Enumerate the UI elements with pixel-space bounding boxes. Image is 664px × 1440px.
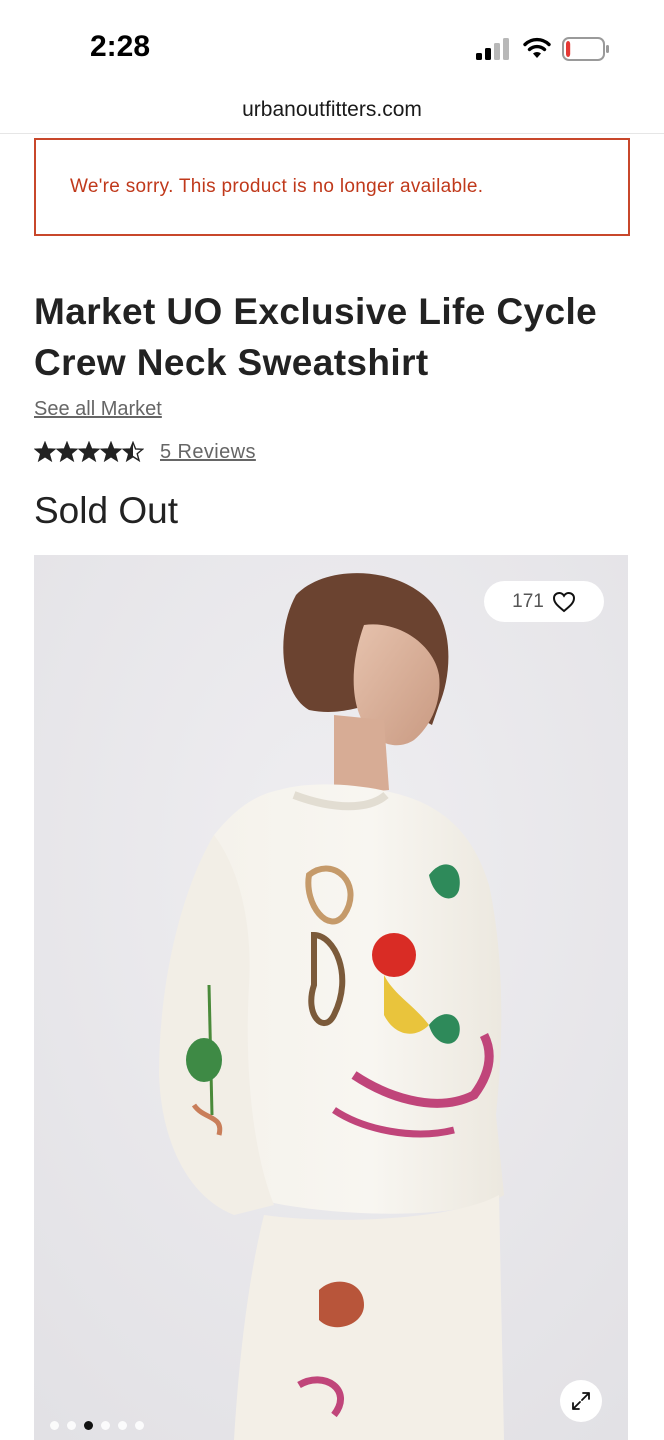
heart-outline-icon xyxy=(552,591,575,612)
expand-image-button[interactable] xyxy=(560,1380,602,1422)
gallery-dot[interactable] xyxy=(67,1421,76,1430)
gallery-dot[interactable] xyxy=(135,1421,144,1430)
gallery-dot[interactable] xyxy=(84,1421,93,1430)
see-all-brand-link[interactable]: See all Market xyxy=(34,398,162,421)
wifi-icon xyxy=(523,37,551,58)
favorite-count: 171 xyxy=(512,590,544,612)
product-photo[interactable] xyxy=(34,555,628,1440)
star-full-icon xyxy=(56,441,78,463)
alert-message: We're sorry. This product is no longer a… xyxy=(70,176,484,197)
product-image-gallery[interactable]: 171 xyxy=(34,555,628,1440)
gallery-dot[interactable] xyxy=(118,1421,127,1430)
star-half-icon xyxy=(122,441,144,463)
product-title: Market UO Exclusive Life Cycle Crew Neck… xyxy=(34,291,598,383)
reviews-link[interactable]: 5 Reviews xyxy=(160,441,256,464)
cellular-signal-icon xyxy=(476,38,509,60)
rating-row: 5 Reviews xyxy=(34,438,256,466)
status-bar: 2:28 xyxy=(0,0,664,90)
gallery-dot[interactable] xyxy=(101,1421,110,1430)
unavailable-alert: We're sorry. This product is no longer a… xyxy=(34,138,630,236)
battery-low-icon xyxy=(562,37,609,61)
expand-arrows-icon xyxy=(572,1392,590,1410)
star-full-icon xyxy=(100,441,122,463)
availability-status: Sold Out xyxy=(34,490,178,531)
star-rating xyxy=(34,441,144,463)
url-text[interactable]: urbanoutfitters.com xyxy=(242,98,422,122)
favorite-button[interactable]: 171 xyxy=(484,581,604,622)
star-full-icon xyxy=(78,441,100,463)
status-time: 2:28 xyxy=(90,30,151,63)
gallery-dot[interactable] xyxy=(50,1421,59,1430)
star-full-icon xyxy=(34,441,56,463)
browser-url-bar[interactable]: urbanoutfitters.com xyxy=(0,90,664,134)
gallery-pagination xyxy=(50,1421,144,1430)
